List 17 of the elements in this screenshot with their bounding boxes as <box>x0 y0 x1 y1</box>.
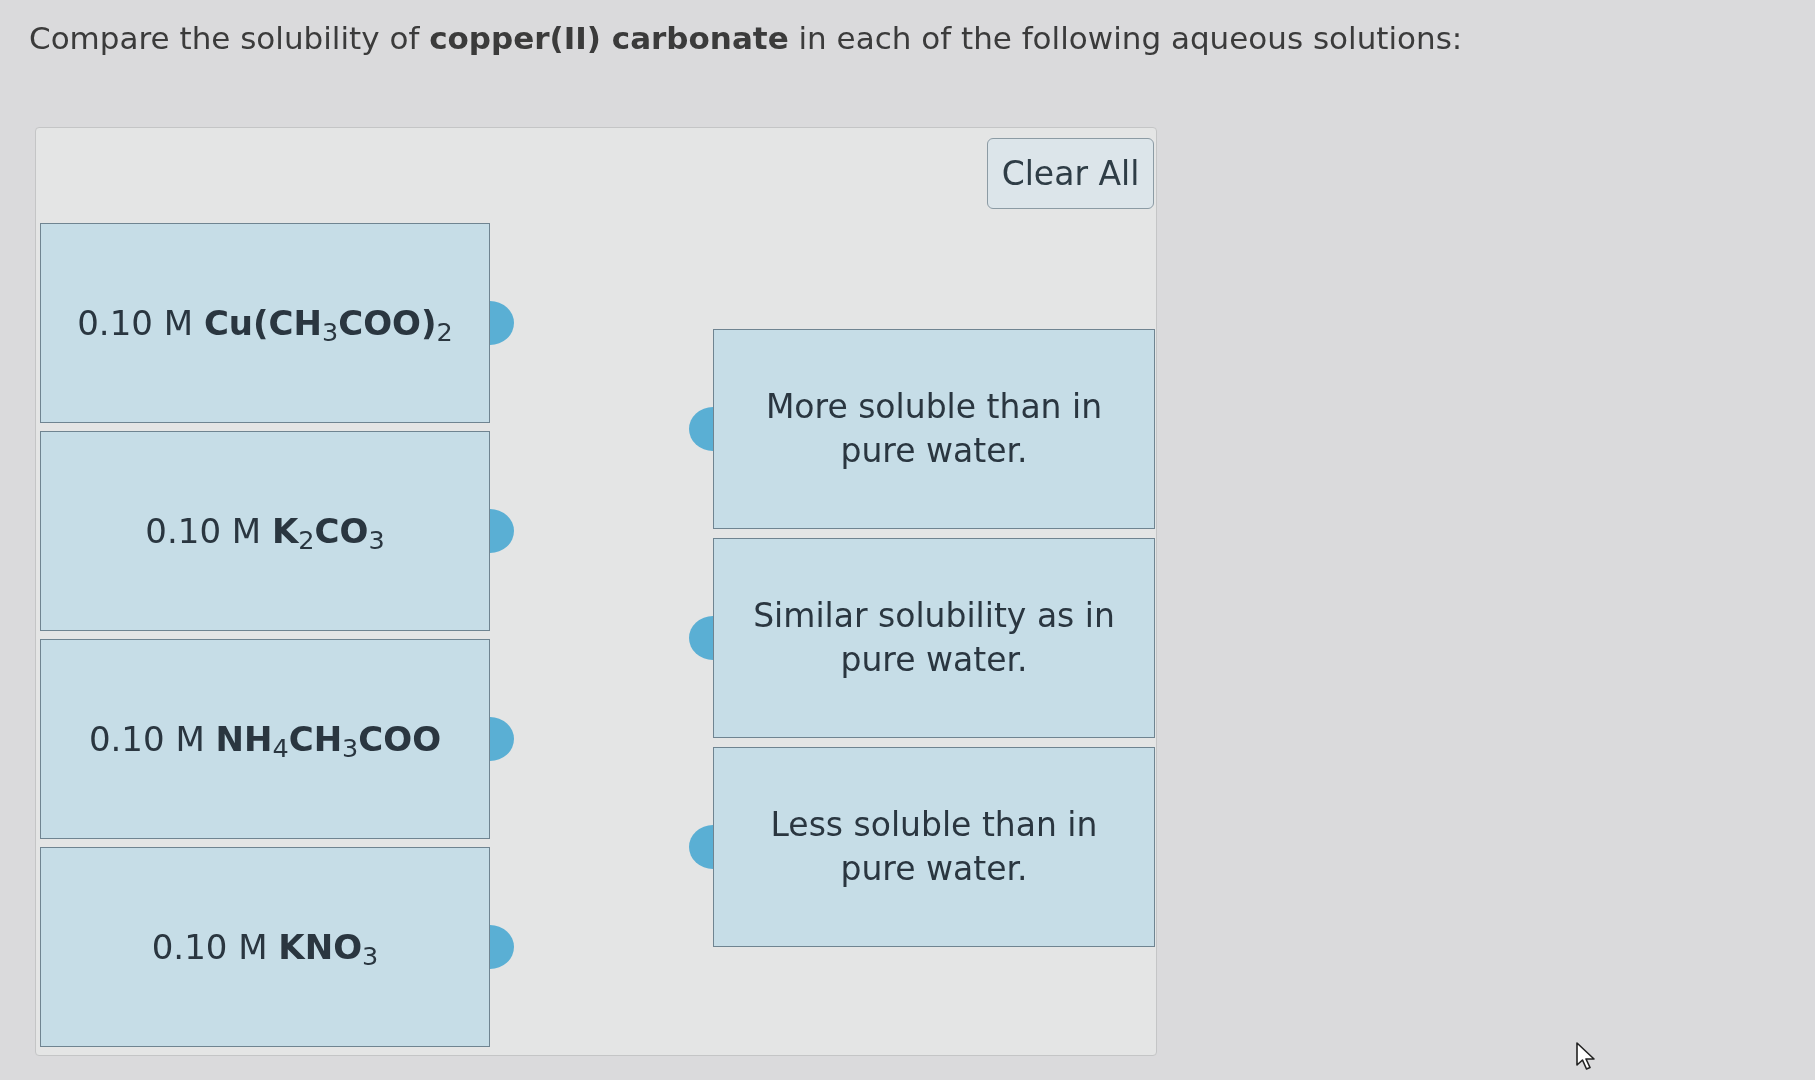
answer-card[interactable]: Similar solubility as in pure water. <box>713 538 1155 738</box>
clear-all-button[interactable]: Clear All <box>987 138 1154 209</box>
solution-card[interactable]: 0.10 M NH$_{4}$CH$_{3}$COO <box>40 639 490 839</box>
connector-tab-icon[interactable] <box>689 616 713 660</box>
answer-card[interactable]: Less soluble than in pure water. <box>713 747 1155 947</box>
solution-card[interactable]: 0.10 M KNO$_{3}$ <box>40 847 490 1047</box>
connector-tab-icon[interactable] <box>490 925 514 969</box>
connector-tab-icon[interactable] <box>689 825 713 869</box>
connector-tab-icon[interactable] <box>689 407 713 451</box>
question-text: Compare the solubility of copper(II) carbonate in each of the following aqueous solutions: <box>29 19 1463 58</box>
solution-card[interactable]: 0.10 M Cu(CH$_{3}$COO)$_{2}$ <box>40 223 490 423</box>
connector-tab-icon[interactable] <box>490 717 514 761</box>
solution-card[interactable]: 0.10 M K$_{2}$CO$_{3}$ <box>40 431 490 631</box>
answer-card[interactable]: More soluble than in pure water. <box>713 329 1155 529</box>
connector-tab-icon[interactable] <box>490 301 514 345</box>
connector-tab-icon[interactable] <box>490 509 514 553</box>
mouse-pointer-icon <box>1576 1042 1598 1070</box>
